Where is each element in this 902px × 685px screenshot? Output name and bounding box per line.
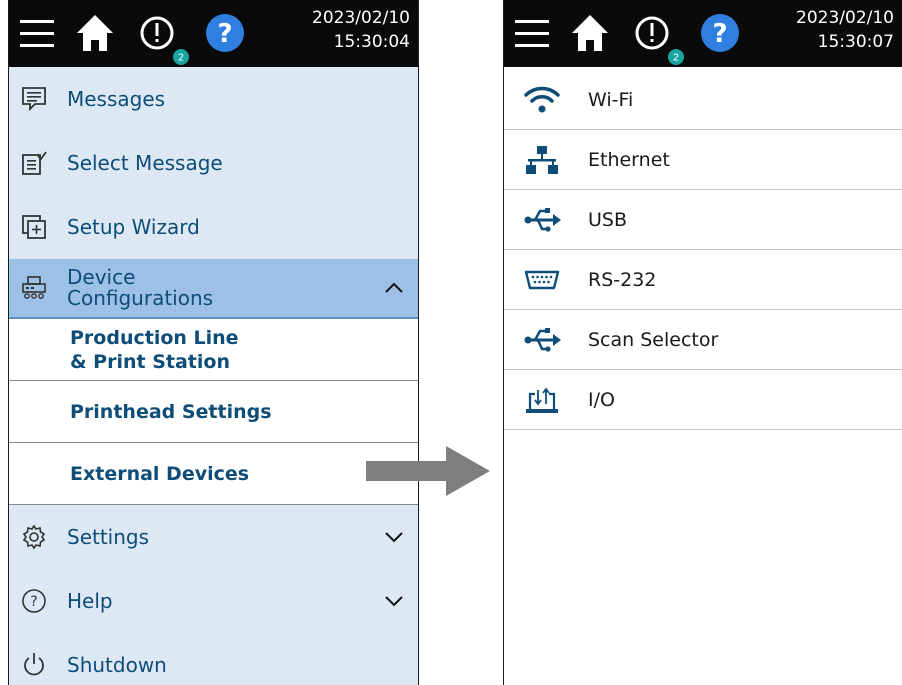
menu-item-settings[interactable]: Settings [9, 505, 418, 569]
submenu-label: External Devices [70, 462, 250, 485]
svg-text:?: ? [30, 594, 37, 610]
ethernet-icon [526, 145, 558, 174]
submenu-label: Production Line & Print Station [70, 326, 239, 373]
date-text: 2023/02/10 [312, 8, 410, 28]
list-item-ethernet[interactable]: Ethernet [504, 130, 902, 190]
right-screen: 2 ? 2023/02/10 15:30:07 Wi-Fi Ethernet U… [503, 0, 902, 685]
top-bar: 2 ? 2023/02/10 15:30:07 [504, 0, 902, 67]
help-circle-icon: ? [22, 589, 46, 613]
select-message-icon [22, 151, 47, 175]
top-bar: 2 ? 2023/02/10 15:30:04 [9, 0, 418, 67]
date-text: 2023/02/10 [796, 8, 894, 28]
menu-item-device-configurations[interactable]: Device Configurations [9, 259, 418, 319]
list-item-rs232[interactable]: RS-232 [504, 250, 902, 310]
help-icon[interactable]: ? [201, 0, 249, 67]
time-text: 15:30:07 [817, 32, 894, 52]
list-item-wifi[interactable]: Wi-Fi [504, 70, 902, 130]
submenu-item-external-devices[interactable]: External Devices [9, 443, 418, 505]
hamburger-menu-icon[interactable] [20, 0, 54, 67]
alert-icon[interactable]: 2 [137, 0, 193, 67]
menu-label: Messages [67, 87, 166, 111]
list-item-label: RS-232 [588, 268, 657, 291]
messages-icon [22, 87, 46, 112]
alert-icon[interactable]: 2 [632, 0, 688, 67]
submenu-item-production-line[interactable]: Production Line & Print Station [9, 319, 418, 381]
menu-item-setup-wizard[interactable]: Setup Wizard [9, 195, 418, 259]
device-configurations-list: Wi-Fi Ethernet USB RS-232 Scan Selector … [504, 70, 902, 430]
menu-label: Device Configurations [67, 265, 214, 310]
menu-item-messages[interactable]: Messages [9, 67, 418, 131]
usb-icon [524, 207, 561, 232]
menu-label: Help [67, 589, 113, 613]
power-icon [24, 653, 44, 676]
usb-icon [524, 327, 561, 352]
list-item-usb[interactable]: USB [504, 190, 902, 250]
home-icon[interactable] [75, 0, 115, 67]
menu-item-shutdown[interactable]: Shutdown [9, 633, 418, 685]
menu-label: Select Message [67, 151, 223, 175]
printer-device-icon [22, 276, 46, 299]
datetime: 2023/02/10 15:30:04 [312, 6, 410, 54]
io-icon [526, 387, 558, 413]
submenu-item-printhead-settings[interactable]: Printhead Settings [9, 381, 418, 443]
menu-label: Shutdown [67, 653, 167, 677]
gear-icon [22, 524, 46, 550]
wifi-icon [524, 86, 560, 112]
menu-label: Settings [67, 525, 150, 549]
svg-text:?: ? [712, 19, 727, 49]
serial-port-icon [524, 270, 560, 289]
svg-text:?: ? [217, 19, 232, 49]
list-item-scan-selector[interactable]: Scan Selector [504, 310, 902, 370]
chevron-down-icon[interactable] [384, 594, 404, 608]
setup-wizard-icon [22, 215, 46, 239]
transition-arrow-icon [366, 446, 490, 496]
menu-item-help[interactable]: ? Help [9, 569, 418, 633]
list-item-io[interactable]: I/O [504, 370, 902, 430]
help-icon[interactable]: ? [696, 0, 744, 67]
hamburger-menu-icon[interactable] [515, 0, 549, 67]
alert-count-badge: 2 [178, 53, 184, 64]
list-item-label: USB [588, 208, 628, 231]
left-screen: 2 ? 2023/02/10 15:30:04 Messages Select … [8, 0, 419, 685]
datetime: 2023/02/10 15:30:07 [796, 6, 894, 54]
list-item-label: Scan Selector [588, 328, 719, 351]
menu-label: Setup Wizard [67, 215, 200, 239]
menu-item-select-message[interactable]: Select Message [9, 131, 418, 195]
list-item-label: Ethernet [588, 148, 670, 171]
home-icon[interactable] [570, 0, 610, 67]
side-menu: Messages Select Message Setup Wizard Dev… [9, 67, 418, 685]
time-text: 15:30:04 [333, 32, 410, 52]
submenu-label: Printhead Settings [70, 400, 272, 423]
list-item-label: I/O [588, 388, 615, 411]
chevron-up-icon[interactable] [384, 281, 404, 295]
list-item-label: Wi-Fi [588, 88, 634, 111]
alert-count-badge: 2 [673, 53, 679, 64]
chevron-down-icon[interactable] [384, 530, 404, 544]
